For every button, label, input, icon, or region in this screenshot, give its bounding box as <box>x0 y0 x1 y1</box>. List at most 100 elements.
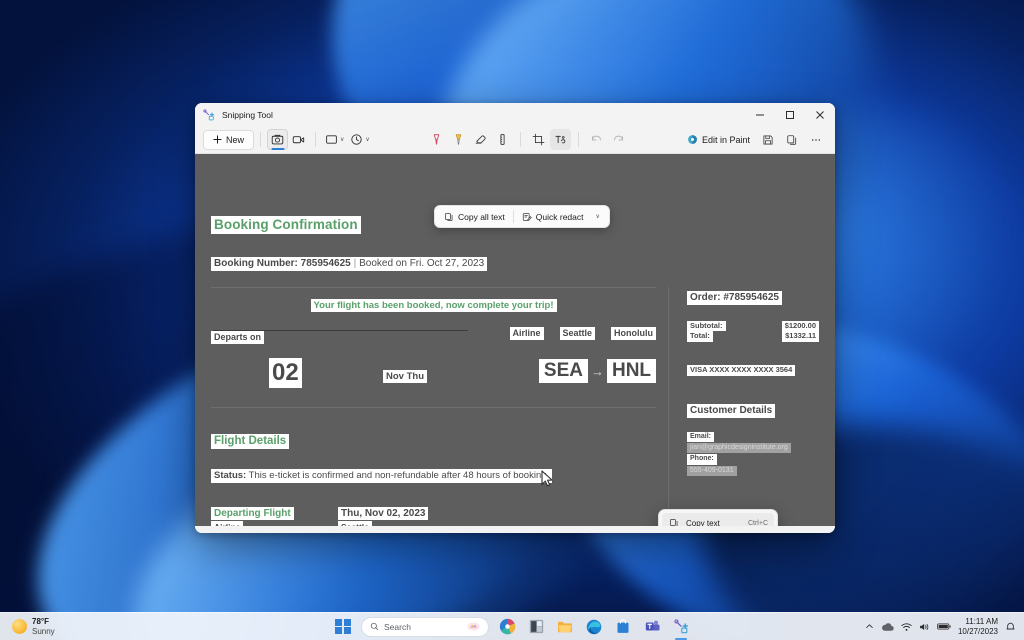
context-menu-label: Copy text <box>686 519 741 527</box>
wifi-icon[interactable] <box>901 622 912 632</box>
clock-date: 10/27/2023 <box>958 627 998 637</box>
text-actions-tool[interactable] <box>550 129 571 150</box>
new-snip-button[interactable]: New <box>203 130 254 150</box>
copilot-icon[interactable] <box>467 621 480 632</box>
undo-button[interactable] <box>586 129 607 150</box>
ruler-tool[interactable] <box>492 129 513 150</box>
origin-code: SEA <box>539 359 588 383</box>
video-camera-icon <box>292 133 305 146</box>
total-value: $1332.11 <box>782 331 819 342</box>
departing-flight-heading: Departing Flight <box>211 507 294 521</box>
snipping-tool-taskbar-button[interactable] <box>670 616 692 638</box>
teams-icon <box>645 619 660 634</box>
departs-on-label: Departs on <box>211 331 264 344</box>
subtotal-label: Subtotal: <box>687 321 726 332</box>
highlighter-tool[interactable] <box>448 129 469 150</box>
file-explorer-icon <box>557 620 573 634</box>
airline-col-label: Airline <box>510 327 544 340</box>
save-button[interactable] <box>758 129 779 150</box>
booked-on-date: Booked on Fri. Oct 27, 2023 <box>359 258 484 269</box>
chevron-down-icon: ∨ <box>596 213 600 220</box>
flight-details-title: Flight Details <box>211 434 656 450</box>
desktop: Snipping Tool New <box>0 0 1024 640</box>
departs-row: Departs on Airline Seattle Honolulu <box>211 327 656 345</box>
snipping-tool-icon <box>203 109 215 121</box>
mouse-cursor <box>541 470 554 488</box>
windows-start-icon <box>335 619 351 635</box>
redo-button[interactable] <box>608 129 629 150</box>
copy-button[interactable] <box>782 129 803 150</box>
text-actions-bar: Copy all text Quick redact <box>434 205 610 228</box>
tray-chevron-up-icon[interactable] <box>865 622 874 631</box>
destination-city-label: Honolulu <box>611 327 656 340</box>
status-label: Status: <box>214 470 246 481</box>
volume-icon[interactable] <box>919 622 930 632</box>
widgets-icon <box>529 619 544 634</box>
divider-pipe: | <box>354 258 357 269</box>
start-button[interactable] <box>332 616 354 638</box>
teams-button[interactable] <box>641 616 663 638</box>
bell-icon[interactable] <box>1005 621 1016 632</box>
redact-options-dropdown[interactable]: ∨ <box>590 208 606 226</box>
microsoft-store-button[interactable] <box>612 616 634 638</box>
weather-widget[interactable]: 78°F Sunny <box>12 617 122 635</box>
toolbar-separator-4 <box>578 132 579 147</box>
snip-canvas[interactable]: Booking Confirmation Booking Number: 785… <box>195 154 835 526</box>
total-label: Total: <box>687 331 713 342</box>
copy-icon <box>444 212 454 222</box>
flight-right-column: Thu, Nov 02, 2023 Seattle SEA - 04:55 AM <box>338 507 428 526</box>
toolbar-separator-2 <box>315 132 316 147</box>
weather-condition: Sunny <box>32 627 55 636</box>
plus-icon <box>213 135 222 144</box>
new-snip-label: New <box>226 135 244 145</box>
toolbar-separator-1 <box>260 132 261 147</box>
minimize-button[interactable] <box>745 103 775 126</box>
clock[interactable]: 11:11 AM 10/27/2023 <box>958 617 998 636</box>
snipping-tool-window: Snipping Tool New <box>195 103 835 533</box>
file-explorer-button[interactable] <box>554 616 576 638</box>
edit-in-paint-button[interactable]: Edit in Paint <box>682 130 755 150</box>
record-mode-button[interactable] <box>288 129 309 150</box>
flight-city: Seattle <box>338 521 372 526</box>
eraser-tool[interactable] <box>470 129 491 150</box>
window-controls <box>745 103 835 126</box>
customer-details-block: Email: jian@graphicdesigninstitute.org P… <box>687 432 819 476</box>
paint-icon <box>687 134 698 145</box>
clock-icon <box>350 133 363 146</box>
edit-in-paint-label: Edit in Paint <box>702 135 750 145</box>
copy-all-text-button[interactable]: Copy all text <box>438 208 511 226</box>
order-number-row: Order: #785954625 <box>687 291 819 305</box>
delay-dropdown[interactable]: ∨ <box>347 129 372 150</box>
onedrive-icon[interactable] <box>881 622 894 632</box>
close-button[interactable] <box>805 103 835 126</box>
camera-icon <box>271 133 284 146</box>
booking-number-row: Booking Number: 785954625 | Booked on Fr… <box>211 257 819 271</box>
subtotal-value: $1200.00 <box>782 321 819 332</box>
total-row: Total: $1332.11 <box>687 331 819 342</box>
column-divider <box>668 287 669 526</box>
copilot-icon <box>499 618 516 635</box>
ballpoint-pen-tool[interactable] <box>426 129 447 150</box>
snip-mode-button[interactable] <box>267 129 288 150</box>
main-toolbar: New <box>195 126 835 154</box>
widgets-button[interactable] <box>496 616 518 638</box>
snip-shape-dropdown[interactable]: ∨ <box>322 129 347 150</box>
departure-month-day: Nov Thu <box>383 370 427 383</box>
widgets-board-button[interactable] <box>525 616 547 638</box>
ocr-separator <box>513 210 514 223</box>
window-titlebar[interactable]: Snipping Tool <box>195 103 835 126</box>
quick-redact-button[interactable]: Quick redact <box>516 208 590 226</box>
context-menu-item-copy-text[interactable]: Copy text Ctrl+C <box>662 513 774 526</box>
crop-tool[interactable] <box>528 129 549 150</box>
more-options-button[interactable] <box>806 129 827 150</box>
maximize-button[interactable] <box>775 103 805 126</box>
booking-number: Booking Number: 785954625 <box>214 258 351 269</box>
window-title: Snipping Tool <box>222 110 273 120</box>
search-input[interactable]: Search <box>361 617 489 637</box>
toolbar-separator-3 <box>520 132 521 147</box>
battery-icon[interactable] <box>937 622 951 631</box>
edge-icon <box>586 619 602 635</box>
system-tray: 11:11 AM 10/27/2023 <box>865 617 1016 636</box>
chevron-down-icon: ∨ <box>340 136 344 143</box>
edge-button[interactable] <box>583 616 605 638</box>
